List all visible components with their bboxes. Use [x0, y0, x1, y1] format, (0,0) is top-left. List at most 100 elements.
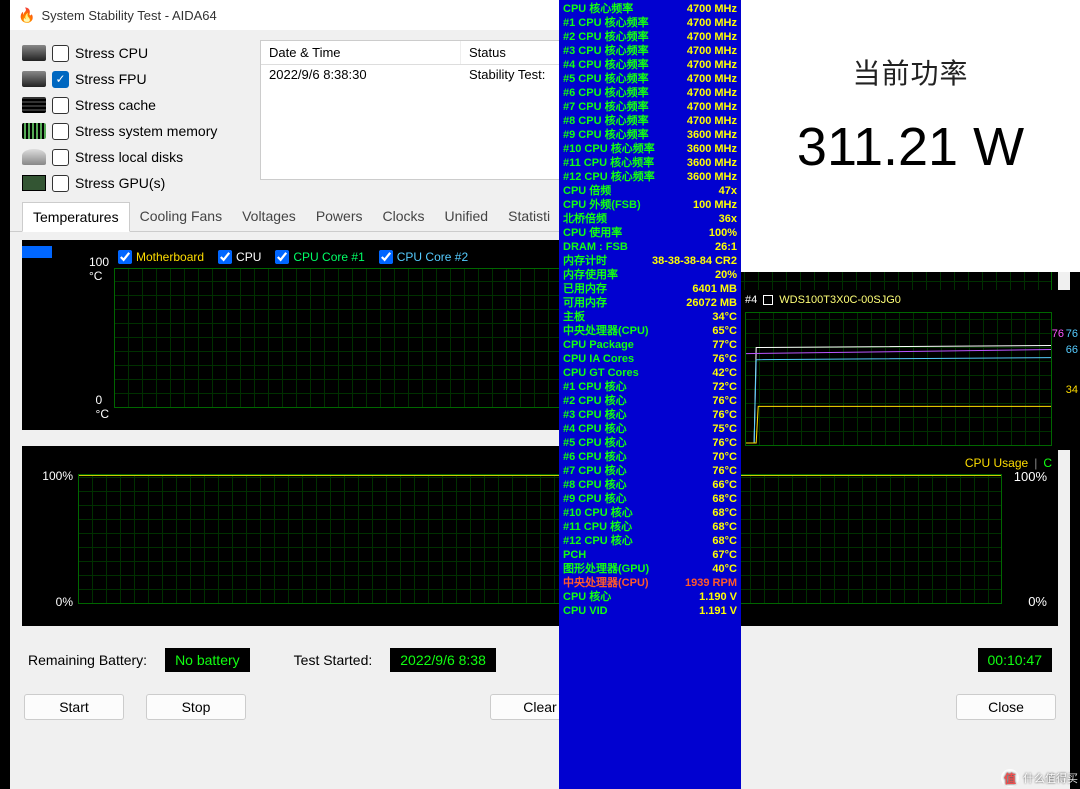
sensor-row: #4 CPU 核心75°C	[559, 422, 741, 436]
col-datetime[interactable]: Date & Time	[261, 41, 461, 64]
sensor-value: 36x	[719, 212, 737, 226]
sensor-name: #6 CPU 核心	[563, 450, 627, 464]
sensor-row: #11 CPU 核心 68°C	[559, 520, 741, 534]
full-usage-line	[79, 475, 1001, 476]
stress-checkbox[interactable]	[52, 97, 69, 114]
tab-clocks[interactable]: Clocks	[373, 202, 435, 231]
battery-value: No battery	[165, 648, 250, 672]
sensor-value: 76°C	[712, 436, 737, 450]
legend-label: CPU Core #2	[397, 250, 468, 264]
sensor-value: 4700 MHz	[687, 100, 737, 114]
legend-checkbox[interactable]	[275, 250, 289, 264]
sensor-name: #9 CPU 核心频率	[563, 128, 649, 142]
y-axis-bottom: 0 °C	[96, 393, 115, 421]
sensor-name: CPU IA Cores	[563, 352, 634, 366]
sensor-row: 内存使用率20%	[559, 268, 741, 282]
sensor-name: CPU GT Cores	[563, 366, 639, 380]
stress-checkbox[interactable]	[52, 123, 69, 140]
stress-checkbox[interactable]	[52, 175, 69, 192]
legend-checkbox[interactable]	[218, 250, 232, 264]
sensor-value: 1939 RPM	[685, 576, 737, 590]
sensor-overlay: CPU 核心频率4700 MHz#1 CPU 核心频率4700 MHz#2 CP…	[559, 0, 741, 789]
secondary-graph-peek: #4 WDS100T3X0C-00SJG0 76 76 66 34	[741, 290, 1080, 450]
sensor-name: #8 CPU 核心	[563, 478, 627, 492]
tab-voltages[interactable]: Voltages	[232, 202, 306, 231]
sensor-row: 可用内存26072 MB	[559, 296, 741, 310]
sensor-name: #7 CPU 核心频率	[563, 100, 649, 114]
tab-cooling-fans[interactable]: Cooling Fans	[130, 202, 233, 231]
sensor-value: 66°C	[712, 478, 737, 492]
sensor-row: #6 CPU 核心频率4700 MHz	[559, 86, 741, 100]
legend-checkbox[interactable]	[379, 250, 393, 264]
stop-button[interactable]: Stop	[146, 694, 246, 720]
sensor-row: CPU GT Cores42°C	[559, 366, 741, 380]
legend-checkbox[interactable]	[118, 250, 132, 264]
stress-checkbox[interactable]	[52, 45, 69, 62]
sensor-name: 图形处理器(GPU)	[563, 562, 649, 576]
stress-checkbox[interactable]	[52, 71, 69, 88]
sensor-value: 4700 MHz	[687, 44, 737, 58]
stress-row-2: Stress cache	[22, 92, 252, 118]
log-datetime: 2022/9/6 8:38:30	[261, 65, 461, 84]
legend-label: CPU Core #1	[293, 250, 364, 264]
cpu-usage-panel: CPU Usage | C 100% 0% 100% 0%	[22, 446, 1058, 626]
peek-val-1: 76	[1066, 328, 1078, 340]
usage-right-top: 100%	[1014, 469, 1047, 484]
tab-powers[interactable]: Powers	[306, 202, 373, 231]
tab-temperatures[interactable]: Temperatures	[22, 202, 130, 232]
sensor-name: #11 CPU 核心	[563, 520, 632, 534]
power-title: 当前功率	[741, 52, 1080, 92]
sensor-row: #8 CPU 核心频率4700 MHz	[559, 114, 741, 128]
sensor-name: #10 CPU 核心	[563, 506, 633, 520]
tab-unified[interactable]: Unified	[435, 202, 499, 231]
stress-row-0: Stress CPU	[22, 40, 252, 66]
cache-icon	[22, 97, 46, 113]
sensor-value: 40°C	[712, 562, 737, 576]
close-button[interactable]: Close	[956, 694, 1056, 720]
sensor-row: CPU IA Cores76°C	[559, 352, 741, 366]
peek-legend-swatch[interactable]	[763, 295, 773, 305]
usage-right-bottom: 0%	[1028, 594, 1047, 609]
start-button[interactable]: Start	[24, 694, 124, 720]
power-value: 311.21 W	[741, 116, 1080, 178]
sensor-name: 已用内存	[563, 282, 607, 296]
sensor-row: #6 CPU 核心70°C	[559, 450, 741, 464]
legend-cpu-core-2: CPU Core #2	[379, 250, 468, 264]
sensor-name: #2 CPU 核心频率	[563, 30, 649, 44]
sensor-name: CPU 核心频率	[563, 2, 633, 16]
watermark-badge-icon: 值	[1001, 769, 1019, 787]
sensor-row: 中央处理器(CPU)1939 RPM	[559, 576, 741, 590]
sensor-name: #2 CPU 核心	[563, 394, 627, 408]
peek-legend-id: #4	[745, 294, 757, 306]
peek-legend-label: WDS100T3X0C-00SJG0	[779, 294, 901, 306]
stress-checkbox[interactable]	[52, 149, 69, 166]
sensor-value: 4700 MHz	[687, 16, 737, 30]
sensor-row: #1 CPU 核心频率4700 MHz	[559, 16, 741, 30]
sensor-name: 可用内存	[563, 296, 607, 310]
sensor-value: 26:1	[715, 240, 737, 254]
sensor-name: #3 CPU 核心	[563, 408, 627, 422]
sensor-name: PCH	[563, 548, 586, 562]
peek-legend: #4 WDS100T3X0C-00SJG0	[745, 294, 901, 306]
sensor-name: #4 CPU 核心频率	[563, 58, 649, 72]
ram-icon	[22, 123, 46, 139]
sensor-name: DRAM : FSB	[563, 240, 628, 254]
stress-label: Stress local disks	[75, 149, 183, 165]
sensor-name: 北桥倍频	[563, 212, 607, 226]
sensor-value: 20%	[715, 268, 737, 282]
tab-statisti[interactable]: Statisti	[498, 202, 560, 231]
window-title: System Stability Test - AIDA64	[41, 8, 216, 23]
legend-label: CPU	[236, 250, 261, 264]
sensor-row: #7 CPU 核心76°C	[559, 464, 741, 478]
sensor-name: #9 CPU 核心	[563, 492, 627, 506]
selected-sensor-swatch[interactable]	[22, 246, 52, 258]
cpu-chip-icon	[22, 71, 46, 87]
sensor-row: #9 CPU 核心68°C	[559, 492, 741, 506]
stress-row-1: Stress FPU	[22, 66, 252, 92]
sensor-row: #9 CPU 核心频率3600 MHz	[559, 128, 741, 142]
sensor-row: #1 CPU 核心72°C	[559, 380, 741, 394]
sensor-row: #2 CPU 核心频率4700 MHz	[559, 30, 741, 44]
sensor-row: #3 CPU 核心76°C	[559, 408, 741, 422]
sensor-value: 68°C	[712, 520, 737, 534]
sensor-value: 4700 MHz	[687, 114, 737, 128]
